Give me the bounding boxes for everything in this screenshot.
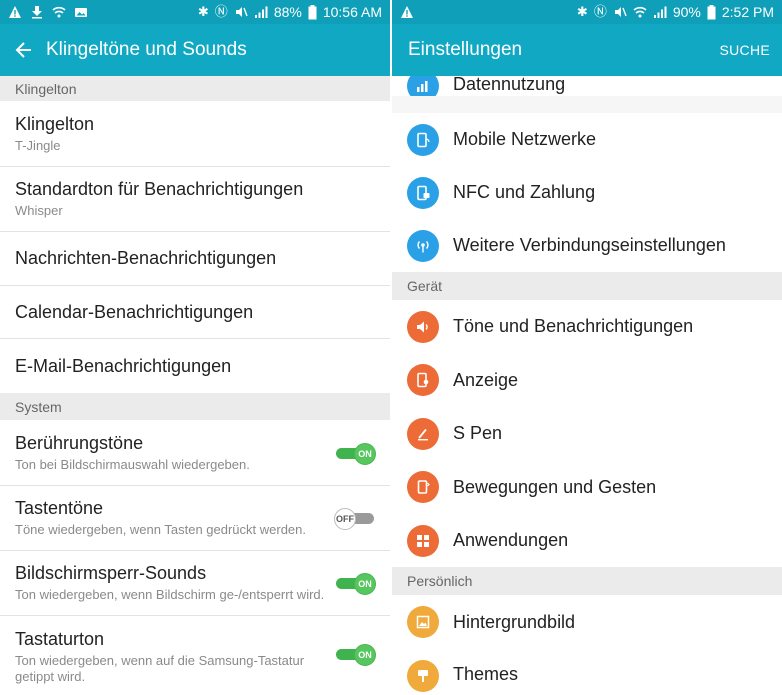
mute-icon	[614, 7, 627, 17]
row-title: Berührungstöne	[15, 432, 144, 453]
clock: 2:52 PM	[721, 4, 774, 20]
section-header-system: System	[0, 393, 390, 420]
message-notifications-row[interactable]: Nachrichten-Benachrichtigungen	[0, 232, 390, 286]
sound-icon	[407, 310, 439, 343]
settings-item-label: Weitere Verbindungseinstellungen	[453, 235, 726, 255]
row-title: Klingelton	[15, 113, 95, 134]
section-header-geraet: Gerät	[392, 272, 782, 300]
app-bar: Einstellungen SUCHE	[392, 24, 782, 76]
app-bar: Klingeltöne und Sounds	[0, 24, 390, 76]
row-subtitle: Ton bei Bildschirmauswahl wiedergeben.	[15, 456, 250, 472]
sounds-screen: ✱ Ⓝ 88% 10:56 AM Klingeltöne und Sounds …	[0, 0, 390, 695]
row-title: Calendar-Benachrichtigungen	[15, 301, 254, 322]
notification-tone-row[interactable]: Standardton für Benachrichtigungen Whisp…	[0, 167, 390, 232]
row-subtitle: Ton wiedergeben, wenn auf die Samsung-Ta…	[15, 653, 305, 684]
row-subtitle: Töne wiedergeben, wenn Tasten gedrückt w…	[15, 522, 307, 537]
settings-item-label: Datennutzung	[453, 76, 566, 94]
settings-item-themes[interactable]: Themes	[392, 649, 782, 695]
row-title: Standardton für Benachrichtigungen	[15, 179, 304, 199]
mute-icon	[235, 7, 248, 17]
calendar-notifications-row[interactable]: Calendar-Benachrichtigungen	[0, 286, 390, 339]
settings-item-mobile-networks[interactable]: Mobile Netzwerke	[392, 113, 782, 166]
nfc-icon: Ⓝ	[214, 4, 228, 19]
settings-item-sound[interactable]: Töne und Benachrichtigungen	[392, 300, 782, 353]
data-usage-icon	[407, 76, 439, 96]
row-title: E-Mail-Benachrichtigungen	[15, 355, 232, 376]
more-connections-icon	[407, 229, 439, 262]
settings-item-display[interactable]: Anzeige	[392, 353, 782, 407]
wifi-icon	[633, 6, 647, 18]
key-tones-toggle[interactable]: OFF	[334, 508, 374, 530]
row-subtitle: T-Jingle	[15, 137, 61, 153]
apps-icon	[407, 524, 439, 557]
settings-item-label: S Pen	[453, 423, 503, 443]
touch-sounds-row[interactable]: Berührungstöne Ton bei Bildschirmauswahl…	[0, 420, 390, 486]
lock-sounds-row[interactable]: Bildschirmsperr-Sounds Ton wiedergeben, …	[0, 551, 390, 616]
settings-item-label: Hintergrundbild	[453, 611, 576, 632]
battery-percent: 88%	[273, 4, 302, 20]
nfc-payment-icon	[407, 176, 439, 209]
settings-item-more-connections[interactable]: Weitere Verbindungseinstellungen	[392, 219, 782, 272]
back-arrow-icon[interactable]	[14, 40, 34, 60]
signal-icon	[254, 6, 268, 18]
settings-item-wallpaper[interactable]: Hintergrundbild	[392, 595, 782, 649]
settings-item-motion[interactable]: Bewegungen und Gesten	[392, 460, 782, 514]
nfc-icon: Ⓝ	[593, 4, 607, 19]
settings-item-label: Anwendungen	[453, 530, 569, 550]
section-header-klingelton: Klingelton	[0, 76, 390, 101]
themes-icon	[407, 660, 439, 692]
settings-item-nfc-payment[interactable]: NFC und Zahlung	[392, 166, 782, 219]
pen-icon	[407, 417, 439, 450]
row-subtitle: Ton wiedergeben, wenn Bildschirm ge-/ent…	[15, 587, 325, 602]
page-title: Einstellungen	[408, 39, 523, 60]
lock-sounds-toggle[interactable]: ON	[336, 573, 376, 595]
status-bar: ✱ Ⓝ 90% 2:52 PM	[392, 0, 782, 24]
wifi-icon	[52, 6, 66, 18]
search-button[interactable]: SUCHE	[719, 42, 770, 58]
settings-item-s-pen[interactable]: S Pen	[392, 407, 782, 460]
bluetooth-icon: ✱	[576, 4, 588, 19]
settings-item-label: Anzeige	[453, 369, 519, 390]
settings-item-label: NFC und Zahlung	[453, 182, 596, 202]
download-icon	[32, 6, 42, 19]
settings-item-apps[interactable]: Anwendungen	[392, 514, 782, 567]
warning-icon	[9, 6, 21, 18]
keyboard-sound-toggle[interactable]: ON	[336, 644, 376, 666]
status-bar: ✱ Ⓝ 88% 10:56 AM	[0, 0, 390, 24]
signal-icon	[653, 6, 667, 18]
warning-icon	[401, 6, 413, 18]
row-title: Nachrichten-Benachrichtigungen	[15, 248, 277, 268]
display-icon	[407, 364, 439, 396]
bluetooth-icon: ✱	[197, 4, 209, 19]
settings-item-label: Bewegungen und Gesten	[453, 476, 657, 497]
key-tones-row[interactable]: Tastentöne Töne wiedergeben, wenn Tasten…	[0, 486, 390, 551]
page-title: Klingeltöne und Sounds	[46, 39, 247, 60]
settings-item-data-usage[interactable]: Datennutzung	[392, 76, 782, 96]
battery-icon	[308, 4, 317, 19]
mobile-networks-icon	[407, 123, 439, 156]
battery-percent: 90%	[672, 4, 701, 20]
email-notifications-row[interactable]: E-Mail-Benachrichtigungen	[0, 339, 390, 393]
row-title: Bildschirmsperr-Sounds	[15, 563, 207, 583]
settings-item-label: Themes	[453, 664, 519, 684]
row-subtitle: Whisper	[15, 203, 63, 218]
settings-item-label: Mobile Netzwerke	[453, 129, 597, 149]
section-header-persoenlich: Persönlich	[392, 567, 782, 595]
battery-icon	[707, 4, 716, 19]
touch-sounds-toggle[interactable]: ON	[336, 442, 376, 465]
photo-icon	[75, 8, 87, 17]
clock: 10:56 AM	[322, 4, 382, 20]
wallpaper-icon	[407, 606, 439, 638]
settings-item-label: Töne und Benachrichtigungen	[453, 316, 694, 336]
row-title: Tastaturton	[15, 629, 105, 649]
motion-icon	[407, 471, 439, 503]
keyboard-sound-row[interactable]: Tastaturton Ton wiedergeben, wenn auf di…	[0, 616, 390, 695]
klingelton-row[interactable]: Klingelton T-Jingle	[0, 101, 390, 167]
settings-screen: ✱ Ⓝ 90% 2:52 PM Einstellungen SUCHE Date…	[392, 0, 782, 695]
